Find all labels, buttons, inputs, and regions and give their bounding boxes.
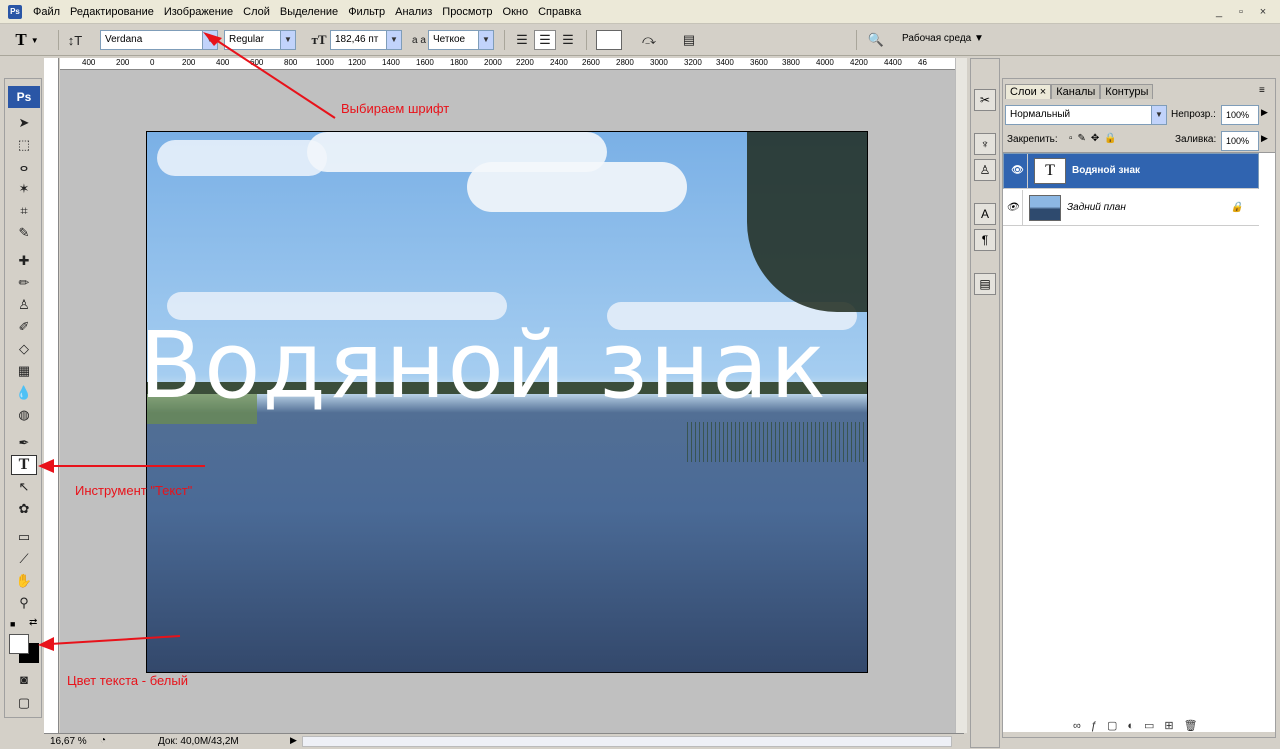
zoom-level[interactable]: 16,67 %	[50, 736, 87, 747]
arrow-line	[49, 635, 181, 645]
character-icon[interactable]: A	[974, 203, 996, 225]
panel-dock: ✂ ♆ ♙ A ¶ ▤	[970, 58, 1000, 748]
status-menu-icon[interactable]: ◔	[100, 735, 106, 746]
opacity-label: Непрозр.:	[1171, 109, 1216, 120]
panel-menu-icon[interactable]: ≡	[1259, 85, 1265, 96]
fill-arrow-icon[interactable]: ▶	[1261, 133, 1268, 144]
doc-size: Док: 40,0M/43,2M	[158, 736, 239, 747]
annotation-font: Выбираем шрифт	[341, 101, 450, 116]
tool-presets-icon[interactable]: ✂	[974, 89, 996, 111]
arrowhead	[38, 459, 54, 473]
layer-name: Задний план	[1067, 202, 1126, 213]
chevron-down-icon: ▼	[1151, 106, 1166, 124]
panel-tabs: Слои × Каналы Контуры	[1005, 84, 1154, 99]
lock-options-icon[interactable]: ▫✎✥🔒	[1069, 133, 1122, 144]
annotation-text-color: Цвет текста - белый	[67, 673, 188, 688]
clone-source-icon[interactable]: ♙	[974, 159, 996, 181]
arrow-line	[209, 35, 336, 119]
layer-actions-bar[interactable]: ∞ƒ▢◐▭⊞🗑	[1073, 719, 1208, 732]
text-layer-thumb: T	[1034, 158, 1066, 184]
layer-row-background[interactable]: 👁 Задний план 🔒	[1003, 190, 1259, 226]
status-arrow-icon[interactable]: ▶	[290, 735, 297, 746]
vertical-scrollbar[interactable]	[955, 58, 967, 733]
image-layer-thumb	[1029, 194, 1061, 221]
info-icon[interactable]: ▤	[974, 273, 996, 295]
annotation-text-tool: Инструмент "Текст"	[75, 483, 193, 498]
paragraph-icon[interactable]: ¶	[974, 229, 996, 251]
opacity-arrow-icon[interactable]: ▶	[1261, 107, 1268, 118]
tab-layers[interactable]: Слои ×	[1005, 84, 1052, 99]
tab-channels[interactable]: Каналы	[1051, 84, 1101, 99]
tab-paths[interactable]: Контуры	[1100, 84, 1154, 99]
eye-icon[interactable]: 👁	[1003, 190, 1023, 225]
layer-list: 👁 T Водяной знак 👁 Задний план 🔒	[1003, 152, 1275, 732]
fill-label: Заливка:	[1175, 134, 1217, 145]
arrowhead	[38, 637, 54, 651]
brushes-icon[interactable]: ♆	[974, 133, 996, 155]
status-bar: 16,67 % ◔ Док: 40,0M/43,2M ▶	[44, 733, 964, 749]
blend-mode-select[interactable]: Нормальный ▼	[1005, 105, 1167, 125]
blend-mode-value: Нормальный	[1010, 109, 1071, 120]
fill-input[interactable]: 100%	[1221, 131, 1259, 151]
layers-panel: Слои × Каналы Контуры ≡ Нормальный ▼ Неп…	[1002, 78, 1276, 738]
layer-row-watermark[interactable]: 👁 T Водяной знак	[1003, 153, 1259, 189]
horizontal-scrollbar[interactable]	[302, 736, 952, 747]
lock-icon: 🔒	[1230, 202, 1243, 213]
layer-name: Водяной знак	[1072, 165, 1141, 176]
opacity-input[interactable]: 100%	[1221, 105, 1259, 125]
lock-label: Закрепить:	[1007, 134, 1058, 145]
eye-icon[interactable]: 👁	[1008, 154, 1028, 188]
arrowhead	[203, 32, 222, 46]
